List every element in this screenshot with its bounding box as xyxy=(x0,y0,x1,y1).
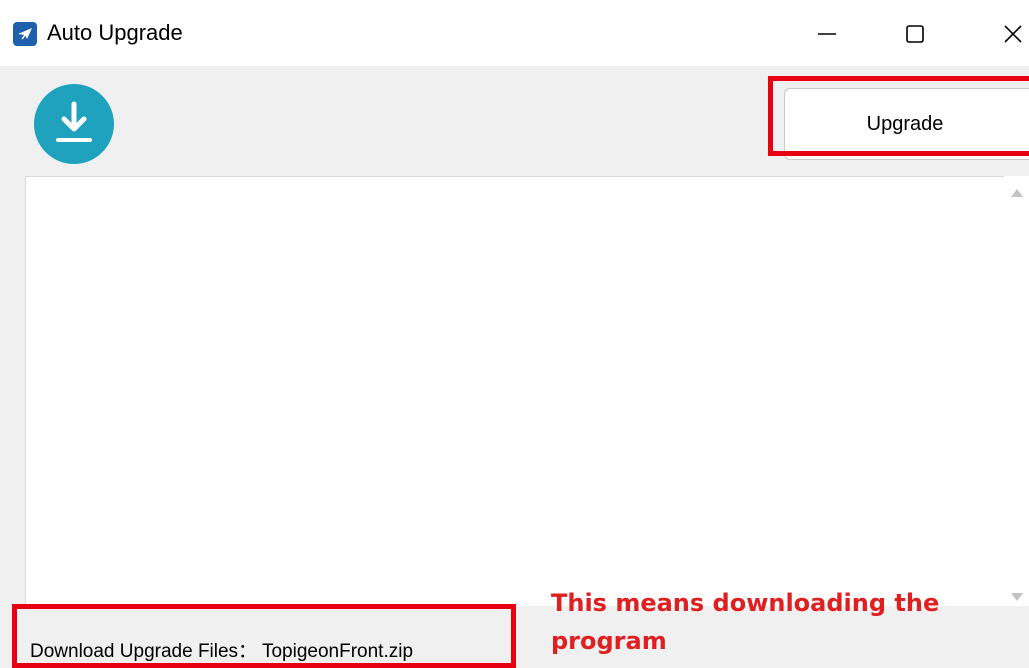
upgrade-button[interactable]: Upgrade xyxy=(784,88,1029,160)
scroll-up-arrow-icon[interactable] xyxy=(1010,186,1024,204)
annotation-note: This means downloading the program xyxy=(551,589,940,655)
title-bar: Auto Upgrade xyxy=(0,0,1029,66)
close-icon xyxy=(1004,25,1022,43)
log-text-area[interactable] xyxy=(25,176,1029,606)
close-button[interactable] xyxy=(990,14,1029,54)
maximize-button[interactable] xyxy=(892,14,938,54)
window-title: Auto Upgrade xyxy=(47,20,183,45)
download-status-text: Download Upgrade Files： TopigeonFront.zi… xyxy=(30,641,414,662)
upgrade-button-label: Upgrade xyxy=(866,112,944,135)
pigeon-app-icon xyxy=(13,22,37,46)
minimize-icon xyxy=(818,33,836,35)
vertical-scrollbar[interactable] xyxy=(1004,176,1029,606)
minimize-button[interactable] xyxy=(804,14,850,54)
left-margin xyxy=(0,176,25,606)
maximize-icon xyxy=(906,25,924,43)
download-icon[interactable] xyxy=(34,84,114,164)
